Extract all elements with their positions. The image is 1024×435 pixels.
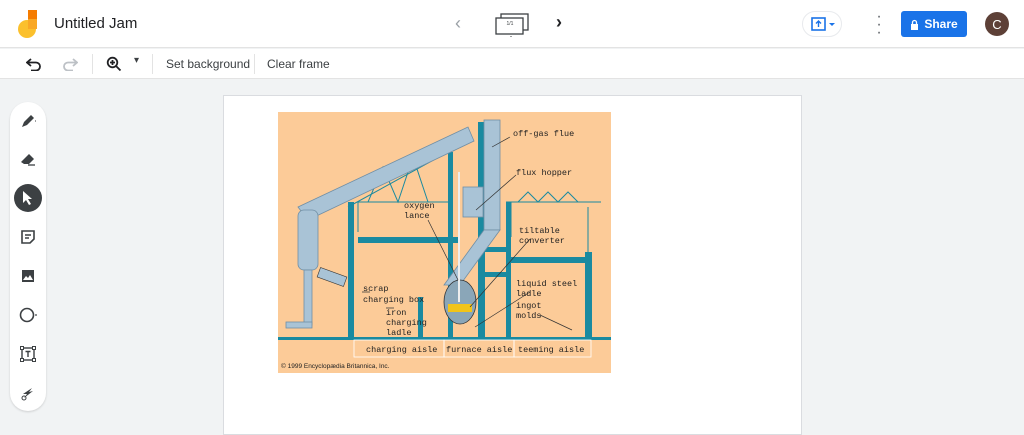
label-furnace-aisle: furnace aisle	[446, 345, 512, 355]
jam-title[interactable]: Untitled Jam	[54, 15, 137, 32]
divider	[92, 54, 93, 74]
share-button[interactable]: Share	[901, 11, 967, 37]
pen-tool[interactable]	[14, 107, 42, 135]
label-ladle-2: ladle	[516, 289, 542, 299]
select-tool[interactable]	[14, 184, 42, 212]
more-options-icon[interactable]: · · ·	[874, 9, 884, 41]
eraser-tool[interactable]	[14, 145, 42, 173]
steelmaking-diagram-image[interactable]: off-gas flue flux hopper oxygen lance ti…	[278, 112, 611, 373]
molten-steel	[448, 304, 472, 312]
toolbar: ▾ Set background Clear frame	[0, 49, 1024, 79]
label-tiltable: tiltable	[519, 226, 560, 236]
tool-rail	[10, 102, 46, 411]
cursor-icon	[23, 191, 32, 205]
app-header: Untitled Jam ‹ 1/1 › · · · Share C	[0, 0, 1024, 48]
label-flux-hopper: flux hopper	[516, 168, 572, 178]
divider	[254, 54, 255, 74]
undo-icon[interactable]	[26, 57, 42, 71]
label-scrap: scrap	[363, 284, 389, 294]
divider	[152, 54, 153, 74]
lock-icon	[911, 19, 919, 30]
label-oxygen: oxygen	[404, 201, 435, 211]
previous-frame-button[interactable]: ‹	[455, 13, 461, 34]
label-converter: converter	[519, 236, 565, 246]
circle-icon	[19, 307, 37, 323]
text-box-icon	[20, 346, 36, 362]
label-charging-aisle: charging aisle	[366, 345, 437, 355]
set-background-button[interactable]: Set background	[166, 57, 250, 71]
shape-tool[interactable]	[14, 301, 42, 329]
label-molds: molds	[516, 311, 542, 321]
image-tool[interactable]	[14, 262, 42, 290]
eraser-icon	[21, 154, 35, 166]
laser-icon	[21, 388, 33, 401]
label-off-gas-flue: off-gas flue	[513, 129, 574, 139]
copyright-credit: © 1999 Encyclopædia Britannica, Inc.	[281, 362, 390, 370]
pen-icon	[22, 115, 36, 127]
label-teeming-aisle: teeming aisle	[518, 345, 584, 355]
cast-button[interactable]	[802, 11, 842, 37]
frame-counter: 1/1	[506, 21, 514, 27]
redo-icon[interactable]	[62, 57, 78, 71]
sticky-note-tool[interactable]	[14, 223, 42, 251]
avatar[interactable]: C	[985, 12, 1009, 36]
jamboard-logo-icon	[18, 10, 37, 38]
frame-bar-button[interactable]: 1/1	[495, 13, 529, 37]
zoom-in-icon[interactable]	[106, 56, 122, 72]
label-liquid-steel: liquid steel	[516, 279, 577, 289]
label-charging-box: charging box	[363, 295, 424, 305]
label-ladle: ladle	[386, 328, 412, 338]
image-icon	[22, 270, 34, 282]
zoom-dropdown-icon[interactable]: ▾	[134, 55, 139, 66]
label-lance: lance	[404, 211, 430, 221]
laser-tool[interactable]	[14, 379, 42, 407]
sticky-note-icon	[21, 230, 35, 244]
clear-frame-button[interactable]: Clear frame	[267, 57, 330, 71]
label-iron: iron	[386, 308, 406, 318]
label-ingot: ingot	[516, 301, 542, 311]
share-label: Share	[924, 17, 958, 31]
label-charging: charging	[386, 318, 427, 328]
text-box-tool[interactable]	[14, 340, 42, 368]
next-frame-button[interactable]: ›	[556, 12, 562, 33]
